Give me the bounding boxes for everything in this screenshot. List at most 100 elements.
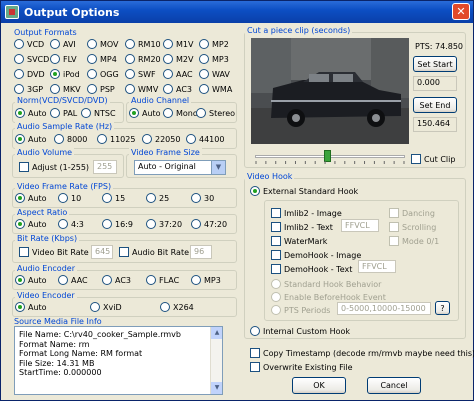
video-encoder-radio-x264[interactable]: X264	[160, 302, 194, 312]
format-radio-wma[interactable]: WMA	[199, 84, 232, 94]
watermark-checkbox[interactable]: WaterMark	[271, 236, 327, 246]
format-radio-mov[interactable]: MOV	[87, 39, 119, 49]
format-radio-m2v[interactable]: M2V	[163, 54, 193, 64]
demo-text-input[interactable]: FFVCL	[358, 260, 396, 273]
output-formats-label: Output Formats	[14, 28, 77, 37]
format-radio-ac3[interactable]: AC3	[163, 84, 192, 94]
mode-checkbox[interactable]: Mode 0/1	[389, 236, 439, 246]
format-radio-svcd[interactable]: SVCD	[14, 54, 49, 64]
format-radio-m1v[interactable]: M1V	[163, 39, 193, 49]
channel-radio-mono[interactable]: Mono	[163, 108, 198, 118]
norm-radio-pal[interactable]: PAL	[50, 108, 77, 118]
enable-before-radio[interactable]: Enable BeforeHook Event	[271, 292, 386, 302]
audio-volume-label: Audio Volume	[15, 148, 75, 157]
audio-encoder-radio-auto[interactable]: Auto	[15, 275, 47, 285]
channel-radio-stereo[interactable]: Stereo	[196, 108, 235, 118]
info-scrollbar[interactable]: ▲ ▼	[210, 327, 222, 394]
format-radio-swf[interactable]: SWF	[125, 69, 156, 79]
format-radio-aac[interactable]: AAC	[163, 69, 193, 79]
title-bar[interactable]: Output Options ✕	[1, 1, 473, 23]
imlib-text-input[interactable]: FFVCL	[341, 219, 379, 232]
audio-bit-rate-input[interactable]: 96	[190, 245, 212, 259]
std-behavior-radio[interactable]: Standard Hook Behavior	[271, 279, 381, 289]
frame-rate-label: Video Frame Rate (FPS)	[15, 182, 114, 191]
video-encoder-radio-auto[interactable]: Auto	[15, 302, 47, 312]
pts-periods-input[interactable]: 0-5000,10000-15000	[337, 302, 431, 315]
format-radio-rm10[interactable]: RM10	[125, 39, 161, 49]
video-encoder-radio-xvid[interactable]: XviD	[90, 302, 122, 312]
format-radio-wmv[interactable]: WMV	[125, 84, 158, 94]
format-radio-mp2[interactable]: MP2	[199, 39, 229, 49]
info-line-format-long-name: Format Long Name: RM format	[19, 349, 143, 358]
source-info-box[interactable]: File Name: C:\rv40_cooker_Sample.rmvb Fo…	[14, 326, 223, 395]
sample-rate-radio-8000[interactable]: 8000	[54, 134, 87, 144]
frame-rate-radio-25[interactable]: 25	[146, 193, 169, 203]
internal-hook-radio[interactable]: Internal Custom Hook	[250, 326, 350, 336]
aspect-radio-4-3[interactable]: 4:3	[58, 219, 84, 229]
pts-periods-radio[interactable]: PTS Periods	[271, 305, 330, 315]
sample-rate-radio-11025[interactable]: 11025	[97, 134, 135, 144]
format-radio-wav[interactable]: WAV	[199, 69, 230, 79]
format-radio-ogg[interactable]: OGG	[87, 69, 119, 79]
audio-encoder-radio-flac[interactable]: FLAC	[146, 275, 179, 285]
clip-label: Cut a piece clip (seconds)	[245, 26, 353, 35]
format-radio-mkv[interactable]: MKV	[50, 84, 81, 94]
close-button[interactable]: ✕	[452, 3, 470, 20]
scroll-down-icon[interactable]: ▼	[211, 382, 222, 394]
demo-image-checkbox[interactable]: DemoHook - Image	[271, 250, 361, 260]
volume-input[interactable]: 255	[93, 160, 117, 174]
format-radio-vcd[interactable]: VCD	[14, 39, 44, 49]
sample-rate-radio-22050[interactable]: 22050	[142, 134, 180, 144]
video-encoder-label: Video Encoder	[15, 291, 77, 300]
help-button[interactable]: ?	[435, 301, 450, 315]
audio-encoder-radio-ac3[interactable]: AC3	[102, 275, 131, 285]
frame-rate-radio-auto[interactable]: Auto	[15, 193, 47, 203]
frame-rate-radio-15[interactable]: 15	[102, 193, 125, 203]
dancing-checkbox[interactable]: Dancing	[389, 208, 435, 218]
aspect-radio-auto[interactable]: Auto	[15, 219, 47, 229]
cancel-button[interactable]: Cancel	[367, 377, 421, 394]
format-radio-3gp[interactable]: 3GP	[14, 84, 43, 94]
ok-button[interactable]: OK	[292, 377, 346, 394]
aspect-radio-37-20[interactable]: 37:20	[146, 219, 182, 229]
output-options-window: Output Options ✕ Output Formats VCD AVI MO…	[0, 0, 474, 401]
overwrite-checkbox[interactable]: Overwrite Existing File	[250, 362, 353, 372]
info-line-start-time: StartTime: 0.000000	[19, 368, 102, 377]
format-radio-dvd[interactable]: DVD	[14, 69, 45, 79]
format-radio-avi[interactable]: AVI	[50, 39, 76, 49]
set-end-button[interactable]: Set End	[413, 97, 457, 113]
set-start-button[interactable]: Set Start	[413, 56, 457, 72]
scroll-up-icon[interactable]: ▲	[211, 327, 222, 339]
format-radio-psp[interactable]: PSP	[87, 84, 115, 94]
demo-text-checkbox[interactable]: DemoHook - Text	[271, 264, 352, 274]
external-hook-radio[interactable]: External Standard Hook	[250, 186, 358, 196]
imlib-text-checkbox[interactable]: Imlib2 - Text	[271, 222, 333, 232]
aspect-radio-47-20[interactable]: 47:20	[191, 219, 227, 229]
format-radio-ipod[interactable]: iPod	[50, 69, 80, 79]
audio-encoder-radio-mp3[interactable]: MP3	[191, 275, 221, 285]
frame-size-select[interactable]: Auto - Original ▼	[134, 160, 226, 175]
format-radio-mp4[interactable]: MP4	[87, 54, 117, 64]
imlib-image-checkbox[interactable]: Imlib2 - Image	[271, 208, 342, 218]
format-radio-rm20[interactable]: RM20	[125, 54, 161, 64]
sample-rate-radio-44100[interactable]: 44100	[186, 134, 224, 144]
format-radio-mp3[interactable]: MP3	[199, 54, 229, 64]
video-bit-rate-input[interactable]: 645	[91, 245, 113, 259]
sample-rate-radio-auto[interactable]: Auto	[15, 134, 47, 144]
audio-bit-rate-checkbox[interactable]: Audio Bit Rate	[119, 247, 189, 257]
norm-radio-ntsc[interactable]: NTSC	[81, 108, 116, 118]
audio-encoder-radio-aac[interactable]: AAC	[58, 275, 88, 285]
adjust-volume-checkbox[interactable]: Adjust (1-255)	[19, 162, 89, 172]
frame-rate-radio-30[interactable]: 30	[191, 193, 214, 203]
video-bit-rate-checkbox[interactable]: Video Bit Rate	[19, 247, 89, 257]
format-radio-flv[interactable]: FLV	[50, 54, 77, 64]
clip-slider[interactable]	[255, 149, 405, 165]
scrolling-checkbox[interactable]: Scrolling	[389, 222, 436, 232]
channel-radio-auto[interactable]: Auto	[129, 108, 161, 118]
aspect-radio-16-9[interactable]: 16:9	[102, 219, 133, 229]
copy-timestamp-checkbox[interactable]: Copy Timestamp (decode rm/rmvb maybe nee…	[250, 348, 474, 358]
cut-clip-checkbox[interactable]: Cut Clip	[411, 154, 455, 164]
chevron-down-icon[interactable]: ▼	[211, 161, 225, 174]
norm-radio-auto[interactable]: Auto	[15, 108, 47, 118]
frame-rate-radio-10[interactable]: 10	[58, 193, 81, 203]
